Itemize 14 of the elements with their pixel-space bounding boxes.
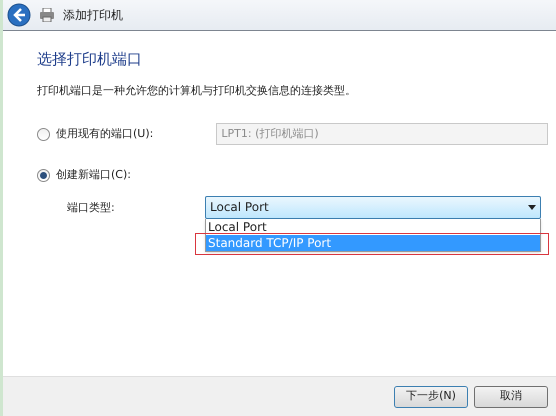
caret-icon	[528, 204, 536, 210]
radio-label[interactable]: 创建新端口(C):	[56, 167, 206, 184]
port-type-dropdown[interactable]: Local Port	[205, 196, 541, 218]
description: 打印机端口是一种允许您的计算机与打印机交换信息的连接类型。	[37, 82, 357, 98]
port-type-label: 端口类型:	[67, 200, 116, 216]
page-heading: 选择打印机端口	[37, 49, 143, 70]
radio-label[interactable]: 使用现有的端口(U):	[56, 126, 204, 142]
window-title: 添加打印机	[63, 7, 123, 24]
radio-button[interactable]	[37, 128, 50, 140]
radio-button[interactable]	[37, 168, 50, 182]
printer-icon	[39, 8, 55, 22]
next-button[interactable]: 下一步(N)	[394, 386, 468, 408]
dropdown-option[interactable]: Local Port	[206, 218, 540, 234]
cancel-button[interactable]: 取消	[474, 386, 548, 408]
